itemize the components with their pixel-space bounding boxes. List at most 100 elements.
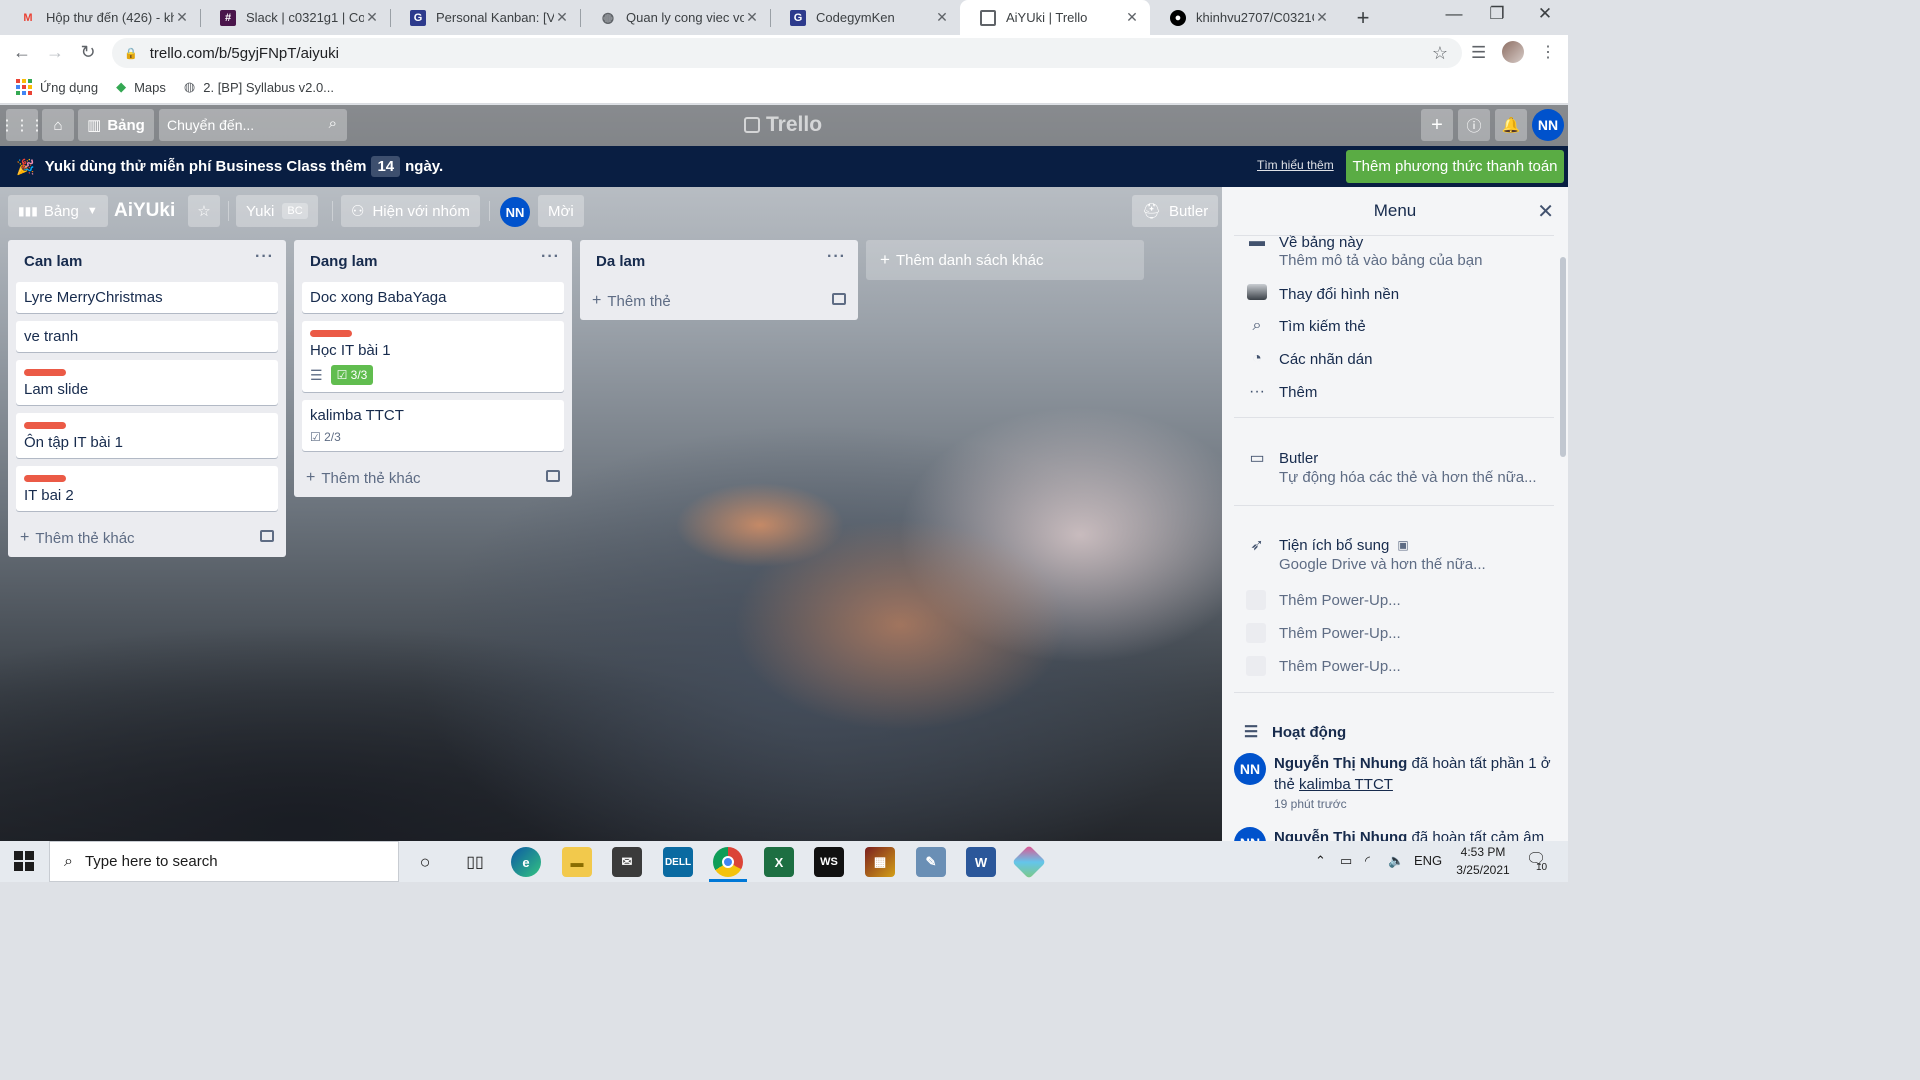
bookmark-apps[interactable]: Ứng dụng bbox=[16, 79, 98, 95]
card[interactable]: Lyre MerryChristmas bbox=[16, 282, 278, 313]
close-tab-icon[interactable]: ✕ bbox=[934, 9, 950, 26]
app-icon[interactable] bbox=[1012, 845, 1046, 879]
menu-item-about-board[interactable]: ▬ Về bảng này bbox=[1246, 233, 1363, 251]
menu-item-butler[interactable]: ▭ Butler bbox=[1246, 448, 1318, 468]
butler-button[interactable]: ⛑ Butler bbox=[1132, 195, 1219, 227]
close-tab-icon[interactable]: ✕ bbox=[744, 9, 760, 26]
card[interactable]: IT bai 2 bbox=[16, 466, 278, 511]
volume-icon[interactable]: 🔈 bbox=[1388, 853, 1404, 869]
jump-to-search[interactable]: Chuyển đến... ⌕ bbox=[159, 109, 347, 141]
add-card-button[interactable]: + Thêm thẻ khác bbox=[294, 459, 572, 497]
menu-item-search-cards[interactable]: ⌕ Tìm kiếm thẻ bbox=[1246, 317, 1366, 335]
list-menu-icon[interactable]: ··· bbox=[255, 248, 274, 266]
card[interactable]: ve tranh bbox=[16, 321, 278, 352]
windows-start-icon[interactable] bbox=[14, 851, 34, 871]
list-menu-icon[interactable]: ··· bbox=[541, 248, 560, 266]
webstorm-icon[interactable]: WS bbox=[814, 847, 844, 877]
invite-button[interactable]: Mời bbox=[538, 195, 584, 227]
cortana-icon[interactable]: ○ bbox=[410, 847, 440, 877]
card[interactable]: Học IT bài 1 ☰ ☑ 3/3 bbox=[302, 321, 564, 392]
activity-avatar[interactable]: NN bbox=[1234, 827, 1266, 841]
add-card-button[interactable]: + Thêm thẻ khác bbox=[8, 519, 286, 557]
browser-tab[interactable]: G Personal Kanban: [Vide ✕ bbox=[390, 0, 580, 35]
add-power-up-item[interactable]: Thêm Power-Up... bbox=[1246, 590, 1401, 610]
close-tab-icon[interactable]: ✕ bbox=[174, 9, 190, 26]
card[interactable]: Doc xong BabaYaga bbox=[302, 282, 564, 313]
list-header[interactable]: Da lam ··· bbox=[580, 240, 858, 282]
excel-icon[interactable]: X bbox=[764, 847, 794, 877]
browser-tab[interactable]: ◍ Quan ly cong viec voi C ✕ bbox=[580, 0, 770, 35]
minimize-icon[interactable]: — bbox=[1444, 4, 1464, 24]
red-label[interactable] bbox=[310, 330, 352, 337]
card-template-icon[interactable] bbox=[260, 530, 274, 542]
info-icon[interactable]: ⓘ bbox=[1458, 109, 1490, 141]
menu-item-change-background[interactable]: Thay đổi hình nền bbox=[1246, 284, 1399, 305]
create-icon[interactable]: + bbox=[1421, 109, 1453, 141]
add-power-up-item[interactable]: Thêm Power-Up... bbox=[1246, 623, 1401, 643]
star-board-icon[interactable]: ☆ bbox=[188, 195, 220, 227]
card[interactable]: Lam slide bbox=[16, 360, 278, 405]
menu-item-stickers[interactable]: ◔ Các nhãn dán bbox=[1246, 350, 1372, 368]
add-power-up-item[interactable]: Thêm Power-Up... bbox=[1246, 656, 1401, 676]
bookmark-syllabus[interactable]: ◍ 2. [BP] Syllabus v2.0... bbox=[184, 79, 334, 95]
language-indicator[interactable]: ENG bbox=[1414, 853, 1442, 868]
menu-item-power-ups[interactable]: ➶ Tiện ích bổ sung ▣ bbox=[1246, 535, 1408, 555]
visibility-button[interactable]: ⚇ Hiện với nhóm bbox=[341, 195, 480, 227]
list-menu-icon[interactable]: ··· bbox=[827, 248, 846, 266]
task-view-icon[interactable]: ▯▯ bbox=[460, 847, 490, 877]
view-switcher-button[interactable]: ▮▮▮ Bảng ▼ bbox=[8, 195, 108, 227]
browser-tab-active[interactable]: AiYUki | Trello ✕ bbox=[960, 0, 1150, 35]
card-link[interactable]: kalimba TTCT bbox=[1299, 776, 1393, 793]
add-list-button[interactable]: + Thêm danh sách khác bbox=[866, 240, 1144, 280]
browser-tab[interactable]: G CodegymKen ✕ bbox=[770, 0, 960, 35]
battery-icon[interactable]: ▭ bbox=[1340, 853, 1352, 869]
winrar-icon[interactable]: ▦ bbox=[865, 847, 895, 877]
menu-scrollbar[interactable] bbox=[1560, 257, 1566, 457]
browser-tab[interactable]: # Slack | c0321g1 | Codeg ✕ bbox=[200, 0, 390, 35]
profile-avatar[interactable] bbox=[1502, 41, 1524, 63]
add-card-button[interactable]: + Thêm thẻ bbox=[580, 282, 858, 320]
list-header[interactable]: Can lam ··· bbox=[8, 240, 286, 282]
member-avatar[interactable]: NN bbox=[1532, 109, 1564, 141]
red-label[interactable] bbox=[24, 369, 66, 376]
board-title[interactable]: AiYUki bbox=[114, 200, 175, 222]
url-field[interactable]: 🔒 trello.com/b/5gyjFNpT/aiyuki ☆ bbox=[112, 38, 1462, 68]
activity-avatar[interactable]: NN bbox=[1234, 753, 1266, 785]
reload-icon[interactable]: ↻ bbox=[77, 42, 99, 63]
tray-chevron-icon[interactable]: ⌃ bbox=[1315, 853, 1326, 869]
dell-icon[interactable]: DELL bbox=[663, 847, 693, 877]
bookmark-maps[interactable]: ◆ Maps bbox=[116, 79, 166, 95]
red-label[interactable] bbox=[24, 422, 66, 429]
trello-logo[interactable]: Trello bbox=[744, 113, 822, 137]
close-tab-icon[interactable]: ✕ bbox=[1314, 9, 1330, 26]
browser-menu-icon[interactable]: ⋮ bbox=[1540, 42, 1556, 62]
paint-icon[interactable]: ✎ bbox=[916, 847, 946, 877]
file-explorer-icon[interactable]: ▬ bbox=[562, 847, 592, 877]
back-icon[interactable]: ← bbox=[11, 42, 33, 63]
list-header[interactable]: Dang lam ··· bbox=[294, 240, 572, 282]
close-tab-icon[interactable]: ✕ bbox=[1124, 9, 1140, 26]
card-template-icon[interactable] bbox=[832, 293, 846, 305]
edge-icon[interactable]: e bbox=[511, 847, 541, 877]
wifi-icon[interactable]: ◜ bbox=[1365, 853, 1370, 869]
word-icon[interactable]: W bbox=[966, 847, 996, 877]
close-icon[interactable]: ✕ bbox=[1537, 199, 1554, 224]
maximize-icon[interactable]: ❐ bbox=[1487, 4, 1507, 24]
card[interactable]: Ôn tập IT bài 1 bbox=[16, 413, 278, 458]
card[interactable]: kalimba TTCT ☑ 2/3 bbox=[302, 400, 564, 451]
taskbar-clock[interactable]: 4:53 PM 3/25/2021 bbox=[1448, 843, 1518, 879]
add-payment-button[interactable]: Thêm phương thức thanh toán bbox=[1346, 150, 1564, 183]
taskbar-search[interactable]: ⌕ Type here to search bbox=[49, 841, 399, 882]
chrome-icon[interactable] bbox=[713, 847, 743, 877]
mail-icon[interactable]: ✉ bbox=[612, 847, 642, 877]
close-tab-icon[interactable]: ✕ bbox=[364, 9, 380, 26]
notification-bell-icon[interactable]: 🔔 bbox=[1495, 109, 1527, 141]
board-member-avatar[interactable]: NN bbox=[500, 197, 530, 227]
red-label[interactable] bbox=[24, 475, 66, 482]
home-icon[interactable]: ⌂ bbox=[42, 109, 74, 141]
browser-tab[interactable]: M Hộp thư đến (426) - kh ✕ bbox=[0, 0, 200, 35]
learn-more-link[interactable]: Tìm hiểu thêm bbox=[1257, 158, 1334, 172]
app-switcher-icon[interactable]: ⋮⋮⋮ bbox=[0, 109, 45, 141]
card-template-icon[interactable] bbox=[546, 470, 560, 482]
browser-tab[interactable]: ● khinhvu2707/C0321G1 ✕ bbox=[1150, 0, 1340, 35]
